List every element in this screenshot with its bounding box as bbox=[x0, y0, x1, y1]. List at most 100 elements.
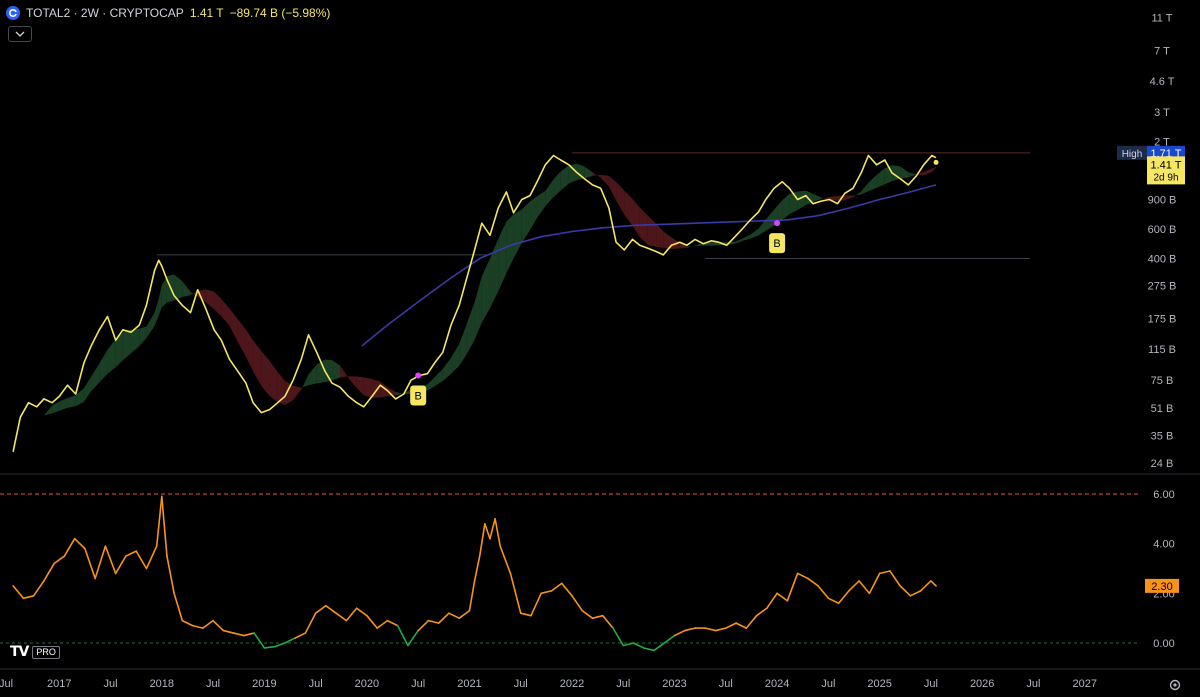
ribbon-segment bbox=[876, 168, 885, 188]
oscillator-segment bbox=[601, 614, 614, 629]
oscillator-segment bbox=[253, 632, 266, 649]
time-tick-label: Jul bbox=[616, 678, 630, 690]
buy-marker-dot bbox=[774, 220, 781, 227]
ribbon-segment bbox=[852, 191, 862, 198]
oscillator-segment bbox=[263, 645, 276, 649]
osc-tick-label: 6.00 bbox=[1153, 489, 1174, 501]
ribbon-segment bbox=[466, 302, 475, 355]
ribbon-segment bbox=[253, 340, 262, 386]
oscillator-segment bbox=[314, 604, 327, 615]
ribbon-segment bbox=[931, 167, 937, 172]
ribbon-segment bbox=[632, 198, 640, 237]
oscillator-segment bbox=[484, 522, 491, 540]
oscillator-segment bbox=[202, 619, 214, 629]
oscillator-segment bbox=[273, 642, 286, 648]
moving-average-line bbox=[361, 184, 937, 347]
price-tick-label: 900 B bbox=[1148, 195, 1177, 207]
oscillator-segment bbox=[63, 537, 76, 557]
gear-icon[interactable] bbox=[1168, 678, 1182, 692]
ribbon-segment bbox=[36, 415, 44, 420]
oscillator-segment bbox=[222, 629, 235, 634]
oscillator-segment bbox=[889, 570, 901, 587]
oscillator-segment bbox=[386, 619, 399, 627]
ribbon-segment bbox=[20, 423, 29, 435]
cryptocap-logo-icon bbox=[6, 6, 20, 20]
ribbon-segment bbox=[340, 365, 349, 379]
ribbon-segment bbox=[735, 238, 743, 244]
oscillator-segment bbox=[325, 604, 337, 615]
oscillator-segment bbox=[714, 627, 727, 632]
price-tick-label: 115 B bbox=[1148, 344, 1176, 356]
time-tick-label: Jul bbox=[1026, 678, 1040, 690]
ribbon-segment bbox=[584, 166, 593, 179]
ribbon-segment bbox=[83, 376, 92, 402]
oscillator-segment bbox=[22, 595, 35, 600]
ribbon-segment bbox=[758, 219, 766, 236]
time-tick-label: 2018 bbox=[150, 678, 174, 690]
countdown-text: 2d 9h bbox=[1153, 172, 1178, 183]
collapse-legend-button[interactable] bbox=[8, 26, 32, 42]
tradingview-logo-icon[interactable]: TV PRO bbox=[10, 644, 60, 660]
oscillator-segment bbox=[294, 632, 307, 639]
ribbon-segment bbox=[293, 385, 302, 401]
chart-grid bbox=[0, 473, 1200, 670]
oscillator-segment bbox=[560, 582, 573, 597]
axes: 11 T7 T4.6 T3 T2 T1.3 T900 B600 B400 B27… bbox=[0, 13, 1176, 690]
oscillator-segment bbox=[355, 607, 368, 617]
ribbon-segment bbox=[513, 209, 522, 259]
change-value: −89.74 B (−5.98%) bbox=[229, 6, 331, 20]
oscillator-segment bbox=[284, 637, 296, 644]
price-labels: High 1.71 T1.41 T2d 9h2.30 bbox=[1117, 145, 1185, 593]
ribbon-segment bbox=[43, 405, 53, 416]
oscillator-segment bbox=[243, 632, 255, 637]
oscillator-segment bbox=[899, 585, 912, 597]
oscillator-segment bbox=[632, 642, 645, 649]
oscillator-segment bbox=[232, 632, 245, 637]
time-tick-label: 2027 bbox=[1072, 678, 1096, 690]
ribbon-segment bbox=[182, 281, 191, 297]
ribbon-segment bbox=[686, 245, 696, 248]
oscillator-segment bbox=[704, 627, 717, 632]
ribbon-segment bbox=[656, 223, 664, 248]
oscillator-segment bbox=[581, 609, 594, 619]
ribbon-segment bbox=[139, 326, 147, 347]
oscillator-segment bbox=[145, 545, 158, 570]
ribbon-segment bbox=[442, 357, 451, 381]
oscillator-segment bbox=[478, 522, 486, 557]
price-tick-label: 7 T bbox=[1154, 45, 1170, 57]
oscillator-segment bbox=[673, 629, 686, 637]
oscillator-segment bbox=[571, 595, 584, 612]
oscillator-segment bbox=[499, 545, 512, 575]
ribbon-segment bbox=[592, 172, 601, 178]
oscillator-segment bbox=[489, 518, 496, 540]
ribbon-segment bbox=[639, 207, 648, 246]
current-price-label: 1.41 T2d 9h bbox=[1147, 156, 1185, 185]
price-tick-label: 600 B bbox=[1148, 224, 1177, 236]
oscillator-segment bbox=[427, 619, 440, 624]
oscillator-segment bbox=[827, 597, 840, 605]
oscillator-segment bbox=[817, 585, 830, 600]
ribbon-segment bbox=[154, 298, 159, 326]
ribbon-segment bbox=[91, 363, 100, 392]
price-tick-label: 175 B bbox=[1148, 314, 1177, 326]
time-tick-label: Jul bbox=[104, 678, 118, 690]
oscillator-segment bbox=[473, 555, 481, 582]
ribbon-segment bbox=[99, 349, 108, 383]
ribbon-segment bbox=[308, 364, 317, 386]
osc-tick-label: 0.00 bbox=[1153, 638, 1174, 650]
buy-markers[interactable]: BB bbox=[410, 220, 786, 406]
oscillator-segment bbox=[530, 592, 543, 617]
ribbon-segment bbox=[214, 291, 222, 317]
chart-canvas[interactable]: BB 11 T7 T4.6 T3 T2 T1.3 T900 B600 B400 … bbox=[0, 0, 1200, 697]
oscillator-segment bbox=[212, 619, 225, 632]
oscillator-segment bbox=[786, 572, 799, 602]
ribbon-segment bbox=[205, 289, 215, 310]
price-tick-label: 24 B bbox=[1151, 458, 1174, 470]
oscillator-segment bbox=[848, 580, 860, 592]
ribbon-segment bbox=[624, 190, 633, 226]
symbol-header[interactable]: TOTAL2 · 2W · CRYPTOCAP 1.41 T −89.74 B … bbox=[6, 4, 330, 22]
price-tick-label: 11 T bbox=[1152, 13, 1173, 25]
time-tick-label: 2019 bbox=[252, 678, 276, 690]
time-tick-label: 2026 bbox=[970, 678, 994, 690]
ribbon-segment bbox=[900, 166, 909, 179]
